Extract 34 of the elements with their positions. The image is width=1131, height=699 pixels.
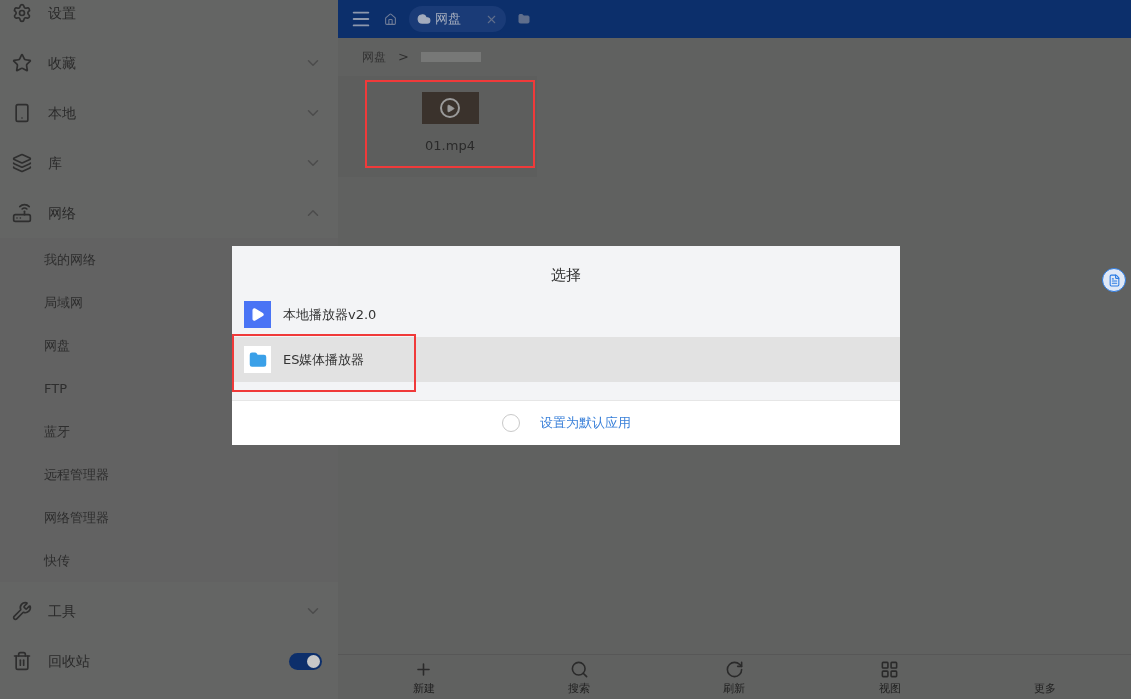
router-icon xyxy=(12,203,32,223)
folder-icon xyxy=(518,13,530,25)
document-icon xyxy=(1107,273,1121,287)
app-option[interactable]: ES媒体播放器 xyxy=(232,337,900,382)
default-option[interactable]: 设置为默认应用 xyxy=(232,400,900,445)
play-app-icon xyxy=(244,301,271,328)
trash-icon xyxy=(12,651,32,671)
sidebar-item[interactable]: 网络 xyxy=(0,188,338,238)
play-icon xyxy=(445,103,455,113)
search-icon xyxy=(569,659,589,679)
grid-icon xyxy=(880,659,900,679)
path-tab[interactable]: 网盘 xyxy=(409,6,506,32)
toggle-switch[interactable] xyxy=(289,652,322,670)
phone-icon xyxy=(12,103,32,123)
toolbar-button[interactable]: 搜索 xyxy=(539,657,620,697)
sidebar-item[interactable]: 收藏 xyxy=(0,38,338,88)
sidebar-item[interactable]: 设置 xyxy=(0,0,338,38)
dialog-title: 选择 xyxy=(550,264,582,286)
layers-icon xyxy=(12,153,32,173)
toolbar-button[interactable]: 更多 xyxy=(1005,657,1086,697)
breadcrumb-separator: > xyxy=(398,48,409,67)
toolbar-button[interactable]: 视图 xyxy=(849,657,930,697)
floating-note-button[interactable] xyxy=(1102,268,1126,292)
cloud-icon xyxy=(417,12,431,26)
settings-icon xyxy=(12,3,32,23)
app-option[interactable]: 本地播放器v2.0 xyxy=(232,292,900,337)
refresh-icon xyxy=(724,659,744,679)
folder-app-icon xyxy=(244,346,271,373)
sidebar-item[interactable]: 本地 xyxy=(0,88,338,138)
star-icon xyxy=(12,53,32,73)
home-icon[interactable] xyxy=(384,12,397,26)
sidebar-item[interactable]: 库 xyxy=(0,138,338,188)
toolbar-button[interactable]: 新建 xyxy=(383,657,464,697)
wrench-icon xyxy=(12,601,32,621)
